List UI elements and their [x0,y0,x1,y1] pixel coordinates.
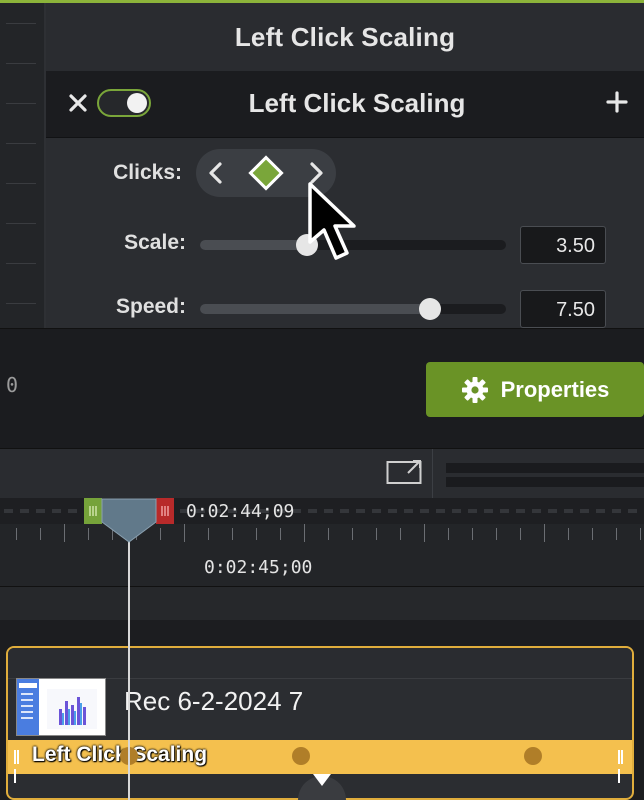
detach-window-icon[interactable] [386,459,424,485]
ruler-tick [184,524,185,542]
clicks-label: Clicks: [113,161,182,184]
zero-readout: 0 [6,373,19,397]
ruler-tick [424,524,425,542]
properties-panel-header: Left Click Scaling [46,3,644,72]
speed-label: Speed: [115,295,186,318]
ruler-band-dash [548,509,557,513]
ruler-tick [400,528,401,540]
speed-slider[interactable] [200,298,506,320]
ruler-band-dash [36,509,45,513]
scale-value-field[interactable]: 3.50 [520,226,606,264]
selection-in-marker[interactable] [84,498,102,524]
ruler-tick [40,528,41,540]
ruler-tick [232,528,233,540]
ruler-tick [616,528,617,540]
timeline-ruler[interactable]: 0:02:44;09 0:02:45;00 [0,498,644,586]
ruler-tick [544,524,545,542]
keyframe-dot[interactable] [524,747,542,765]
clip-name: Rec 6-2-2024 7 [124,686,304,716]
ruler-tick [256,528,257,540]
ruler-band-dash [68,509,77,513]
ruler-band-dash [372,509,381,513]
clip-header [8,648,632,679]
ruler-band-dash [20,509,29,513]
ruler-band-dash [340,509,349,513]
selection-out-marker[interactable] [156,498,174,524]
timeline-spacer [0,586,644,621]
ruler-timecode: 0:02:45;00 [204,557,313,578]
left-panel-strip [0,3,46,328]
ruler-tick [352,528,353,540]
ruler-tick [64,524,65,542]
toolbar-divider [432,449,433,499]
ruler-tick [592,528,593,540]
timeline-toolbar [0,448,644,499]
timeline-overview-bar-2[interactable] [446,477,644,487]
ruler-tick [376,528,377,540]
ruler-tick [568,528,569,540]
ruler-tick [160,528,161,540]
speed-value-field[interactable]: 7.50 [520,290,606,328]
timeline-overview-bar[interactable] [446,463,644,473]
ruler-tick [520,528,521,540]
playhead-handle[interactable] [101,498,157,544]
panel-title: Left Click Scaling [234,21,456,52]
scale-slider-fill [200,240,308,250]
ruler-band-dash [628,509,637,513]
ruler-band-dash [436,509,445,513]
ruler-tick [640,528,641,540]
ruler-band-dash [420,509,429,513]
ruler-tick [88,528,89,540]
ruler-tick [448,528,449,540]
ruler-band-dash [468,509,477,513]
effect-name: Left Click Scaling [248,88,466,118]
ruler-band-dash [404,509,413,513]
ruler-band-dash [516,509,525,513]
ruler-band-dash [308,509,317,513]
selection-timecode: 0:02:44;09 [186,501,295,522]
expand-triangle-icon[interactable] [296,762,348,800]
effect-bar-left-grip[interactable] [14,750,22,783]
chevron-left-icon[interactable] [206,161,226,185]
ruler-tick [496,528,497,540]
ruler-band-dash [4,509,13,513]
mouse-pointer-icon [308,182,356,260]
properties-button-label: Properties [500,376,610,402]
clip-thumbnail [16,678,106,736]
ruler-band-dash [388,509,397,513]
playhead-line [128,540,130,800]
ruler-band-dash [324,509,333,513]
ruler-band-dash [500,509,509,513]
effect-bar-right-grip[interactable] [618,750,626,783]
ruler-band-dash [612,509,621,513]
speed-slider-fill [200,304,430,314]
ruler-tick [304,524,305,542]
properties-button[interactable]: Properties [426,362,644,417]
ruler-tick [280,528,281,540]
canvas-strip: 0 Properties [0,328,644,449]
ruler-band-dash [356,509,365,513]
keyframe-diamond-icon[interactable] [248,155,284,191]
scale-label: Scale: [124,231,186,254]
ruler-tick [208,528,209,540]
ruler-band-dash [532,509,541,513]
ruler-band-dash [52,509,61,513]
effect-row: Left Click Scaling [46,71,644,138]
ruler-tick [472,528,473,540]
ruler-tick [16,528,17,540]
ruler-band-dash [452,509,461,513]
ruler-tick [328,528,329,540]
ruler-band-dash [596,509,605,513]
ruler-band-dash [580,509,589,513]
plus-icon[interactable] [606,91,628,113]
speed-slider-thumb[interactable] [418,298,441,320]
gear-icon [461,376,488,403]
ruler-band-dash [564,509,573,513]
ruler-band-dash [484,509,493,513]
